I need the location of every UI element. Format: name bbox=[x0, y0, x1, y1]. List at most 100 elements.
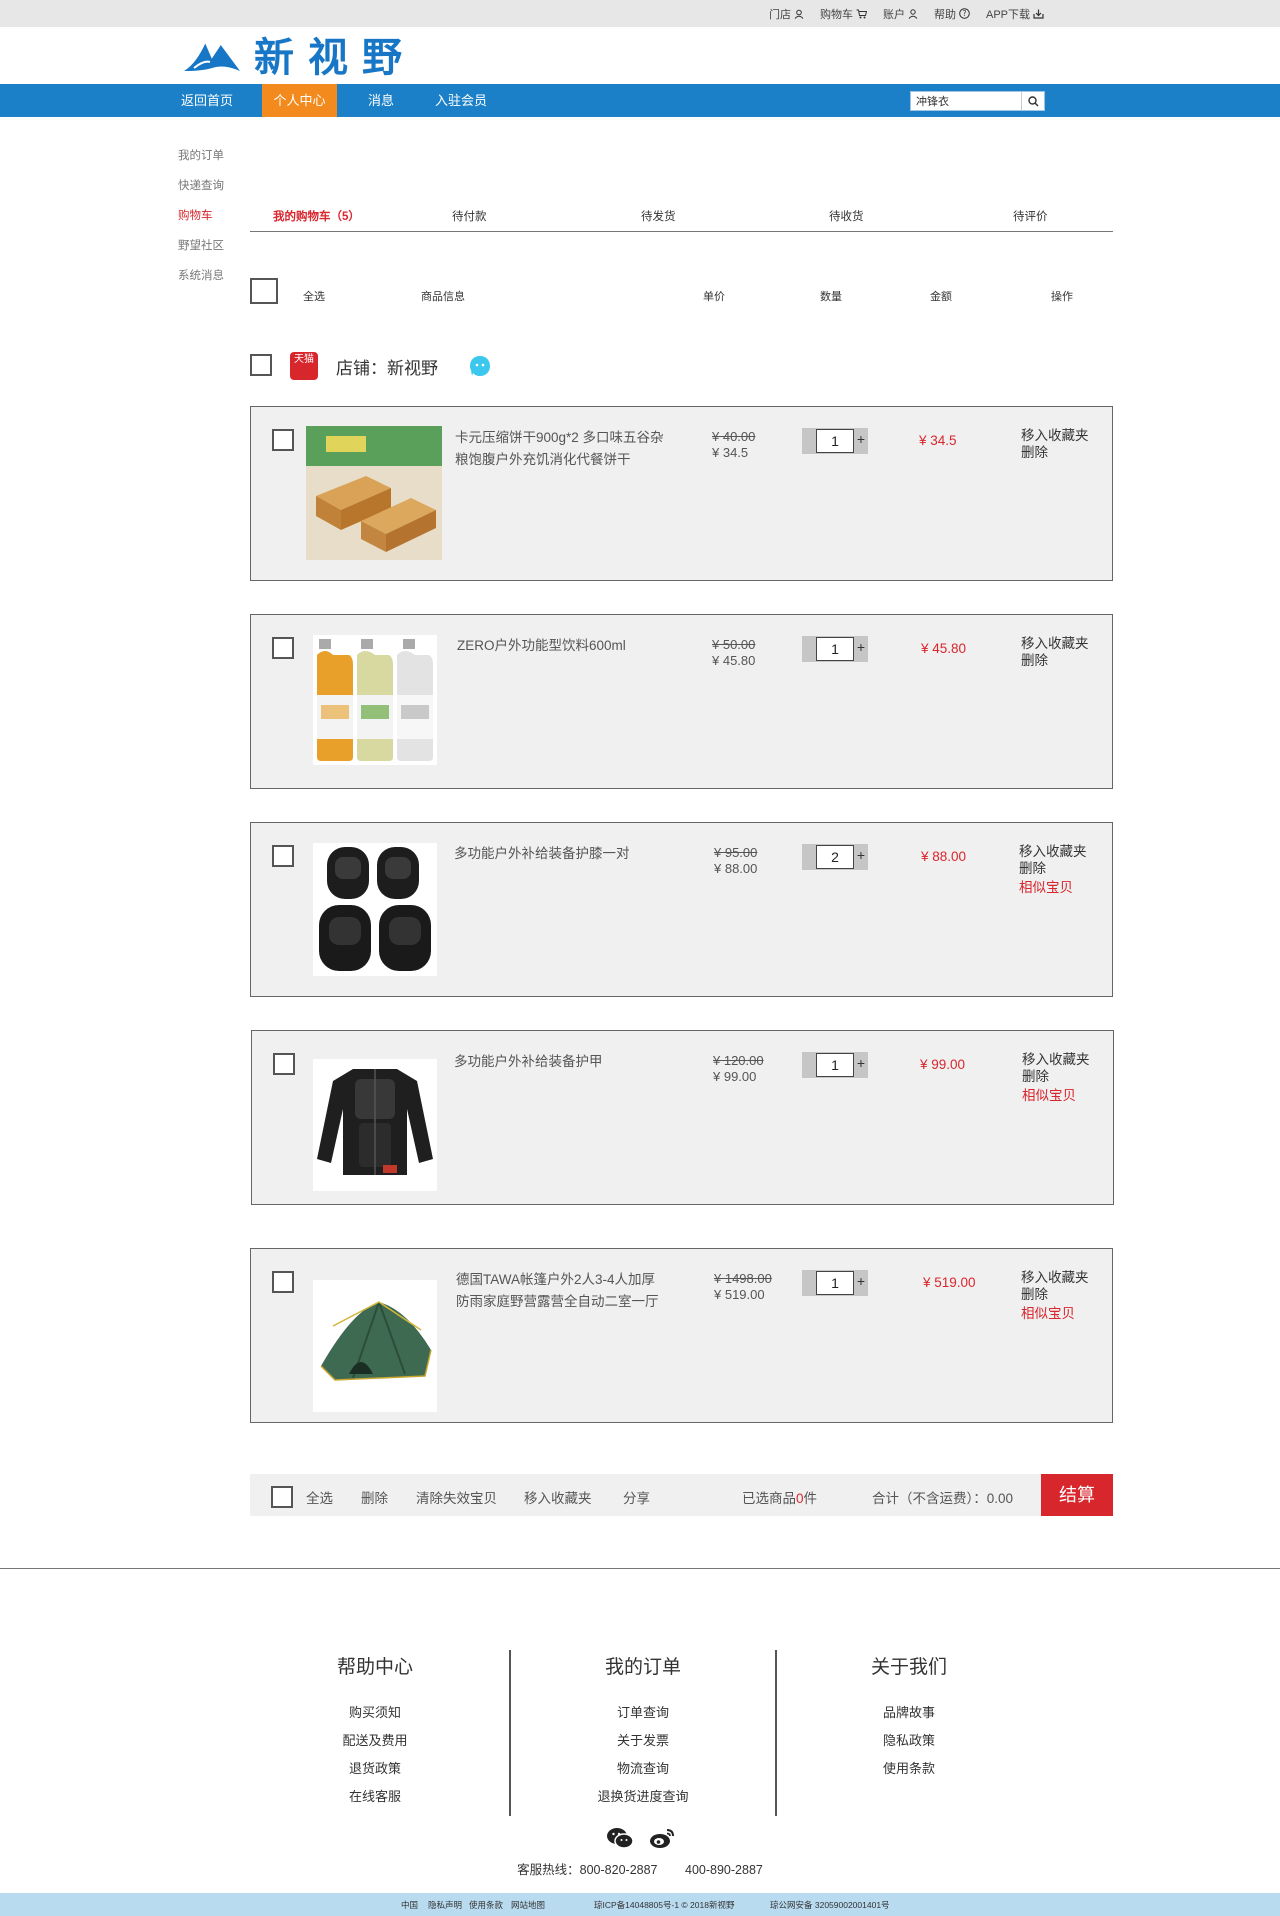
footer-link[interactable]: 退换货进度查询 bbox=[510, 1783, 776, 1811]
item-checkbox[interactable] bbox=[272, 637, 294, 659]
tab-pending-shipment[interactable]: 待发货 bbox=[641, 208, 676, 224]
search-button[interactable] bbox=[1021, 92, 1044, 110]
quantity-input[interactable]: 2 bbox=[816, 845, 854, 869]
bulk-delete-button[interactable]: 删除 bbox=[361, 1487, 388, 1507]
cart-link[interactable]: 购物车 bbox=[820, 6, 867, 22]
footer-link[interactable]: 物流查询 bbox=[510, 1755, 776, 1783]
biscuit-image[interactable] bbox=[306, 426, 442, 560]
similar-items-link[interactable]: 相似宝贝 bbox=[1021, 1305, 1089, 1322]
tab-pending-receipt[interactable]: 待收货 bbox=[829, 208, 864, 224]
quantity-input[interactable]: 1 bbox=[816, 1271, 854, 1295]
footer-link[interactable]: 订单查询 bbox=[510, 1699, 776, 1727]
footer-link-privacy[interactable]: 隐私声明 bbox=[428, 1899, 462, 1911]
clear-invalid-button[interactable]: 清除失效宝贝 bbox=[416, 1487, 497, 1507]
item-checkbox[interactable] bbox=[272, 429, 294, 451]
sidebar-item-express[interactable]: 快递查询 bbox=[178, 178, 224, 208]
footer-col-orders: 我的订单 订单查询 关于发票 物流查询 退换货进度查询 bbox=[510, 1652, 776, 1811]
sidebar-item-community[interactable]: 野望社区 bbox=[178, 238, 224, 268]
nav-home[interactable]: 返回首页 bbox=[172, 84, 242, 117]
move-to-favorites-link[interactable]: 移入收藏夹 bbox=[1021, 1269, 1089, 1286]
store-link[interactable]: 门店 bbox=[769, 6, 804, 22]
quantity-plus-button[interactable]: + bbox=[855, 1055, 867, 1071]
copyright-bar: 中国 隐私声明 使用条款 网站地图 琼ICP备14048805号-1 © 201… bbox=[0, 1893, 1280, 1916]
move-to-favorites-link[interactable]: 移入收藏夹 bbox=[1021, 427, 1089, 444]
item-original-price: ¥ 120.00 bbox=[713, 1053, 764, 1068]
delete-link[interactable]: 删除 bbox=[1021, 652, 1089, 669]
item-checkbox[interactable] bbox=[273, 1053, 295, 1075]
checkout-button[interactable]: 结算 bbox=[1041, 1474, 1113, 1516]
app-download-link[interactable]: APP下载 bbox=[986, 6, 1044, 22]
quantity-plus-button[interactable]: + bbox=[855, 431, 867, 447]
item-title[interactable]: ZERO户外功能型饮料600ml bbox=[457, 635, 667, 657]
total-text: 合计（不含运费）：0.00 bbox=[872, 1487, 1013, 1507]
footer-link[interactable]: 关于发票 bbox=[510, 1727, 776, 1755]
quantity-plus-button[interactable]: + bbox=[855, 639, 867, 655]
footer-link[interactable]: 配送及费用 bbox=[242, 1727, 508, 1755]
delete-link[interactable]: 删除 bbox=[1022, 1068, 1090, 1085]
item-checkbox[interactable] bbox=[272, 845, 294, 867]
sidebar-item-system-messages[interactable]: 系统消息 bbox=[178, 268, 224, 298]
move-to-favorites-link[interactable]: 移入收藏夹 bbox=[1022, 1051, 1090, 1068]
similar-items-link[interactable]: 相似宝贝 bbox=[1019, 879, 1087, 896]
total-value: 0.00 bbox=[986, 1491, 1014, 1506]
weibo-icon[interactable] bbox=[648, 1826, 676, 1850]
sidebar-item-cart[interactable]: 购物车 bbox=[178, 208, 224, 238]
quantity-input[interactable]: 1 bbox=[816, 1053, 854, 1077]
item-title[interactable]: 卡元压缩饼干900g*2 多口味五谷杂粮饱腹户外充饥消化代餐饼干 bbox=[455, 427, 665, 471]
search-input[interactable] bbox=[911, 92, 1021, 110]
quantity-plus-button[interactable]: + bbox=[855, 1273, 867, 1289]
shop-name[interactable]: 店铺：新视野 bbox=[336, 354, 438, 379]
delete-link[interactable]: 删除 bbox=[1021, 444, 1089, 461]
similar-items-link[interactable]: 相似宝贝 bbox=[1022, 1087, 1090, 1104]
cart-item: 卡元压缩饼干900g*2 多口味五谷杂粮饱腹户外充饥消化代餐饼干 ¥ 40.00… bbox=[250, 406, 1113, 581]
quantity-input[interactable]: 1 bbox=[816, 637, 854, 661]
item-title[interactable]: 德国TAWA帐篷户外2人3-4人加厚防雨家庭野营露营全自动二室一厅 bbox=[456, 1269, 666, 1313]
tent-image[interactable] bbox=[313, 1280, 437, 1412]
shop-checkbox[interactable] bbox=[250, 354, 272, 376]
item-title[interactable]: 多功能户外补给装备护甲 bbox=[454, 1051, 664, 1073]
drink-bottles-image[interactable] bbox=[313, 635, 437, 765]
delete-link[interactable]: 删除 bbox=[1019, 860, 1087, 877]
tab-pending-payment[interactable]: 待付款 bbox=[452, 208, 487, 224]
nav-join-member[interactable]: 入驻会员 bbox=[425, 84, 497, 117]
tab-my-cart[interactable]: 我的购物车（5） bbox=[273, 208, 360, 224]
knee-pads-image[interactable] bbox=[313, 843, 437, 976]
chat-icon[interactable] bbox=[468, 354, 492, 378]
armor-jacket-product-image bbox=[313, 1059, 437, 1191]
bottom-select-all-label[interactable]: 全选 bbox=[306, 1487, 333, 1507]
site-logo[interactable]: 新视野 bbox=[182, 32, 416, 81]
footer-link-terms[interactable]: 使用条款 bbox=[469, 1899, 503, 1911]
item-title[interactable]: 多功能户外补给装备护膝一对 bbox=[454, 843, 664, 865]
footer-link-china[interactable]: 中国 bbox=[401, 1899, 418, 1911]
footer-link[interactable]: 退货政策 bbox=[242, 1755, 508, 1783]
cart-item: ZERO户外功能型饮料600ml ¥ 50.00 ¥ 45.80 1 + ¥ 4… bbox=[250, 614, 1113, 789]
nav-messages[interactable]: 消息 bbox=[357, 84, 405, 117]
move-to-favorites-link[interactable]: 移入收藏夹 bbox=[1021, 635, 1089, 652]
account-link[interactable]: 账户 bbox=[883, 6, 918, 22]
wechat-icon[interactable] bbox=[606, 1826, 634, 1850]
delete-link[interactable]: 删除 bbox=[1021, 1286, 1089, 1303]
quantity-input[interactable]: 1 bbox=[816, 429, 854, 453]
footer-link[interactable]: 在线客服 bbox=[242, 1783, 508, 1811]
select-all-checkbox[interactable] bbox=[250, 278, 278, 304]
armor-jacket-image[interactable] bbox=[313, 1059, 437, 1191]
sidebar-item-orders[interactable]: 我的订单 bbox=[178, 148, 224, 178]
tab-pending-review[interactable]: 待评价 bbox=[1013, 208, 1048, 224]
share-button[interactable]: 分享 bbox=[623, 1487, 650, 1507]
footer-col-help: 帮助中心 购买须知 配送及费用 退货政策 在线客服 bbox=[242, 1652, 508, 1811]
nav-personal-center[interactable]: 个人中心 bbox=[262, 84, 337, 117]
footer-link[interactable]: 购买须知 bbox=[242, 1699, 508, 1727]
item-checkbox[interactable] bbox=[272, 1271, 294, 1293]
footer-link[interactable]: 使用条款 bbox=[776, 1755, 1042, 1783]
item-original-price: ¥ 50.00 bbox=[712, 637, 756, 652]
biscuit-product-image bbox=[306, 426, 442, 560]
quantity-plus-button[interactable]: + bbox=[855, 847, 867, 863]
bottom-select-all-checkbox[interactable] bbox=[271, 1486, 293, 1508]
footer-link-sitemap[interactable]: 网站地图 bbox=[511, 1899, 545, 1911]
footer-link[interactable]: 隐私政策 bbox=[776, 1727, 1042, 1755]
bulk-move-to-favorites-button[interactable]: 移入收藏夹 bbox=[524, 1487, 592, 1507]
social-links bbox=[606, 1826, 676, 1852]
help-link[interactable]: 帮助 ? bbox=[934, 6, 970, 22]
move-to-favorites-link[interactable]: 移入收藏夹 bbox=[1019, 843, 1087, 860]
footer-link[interactable]: 品牌故事 bbox=[776, 1699, 1042, 1727]
